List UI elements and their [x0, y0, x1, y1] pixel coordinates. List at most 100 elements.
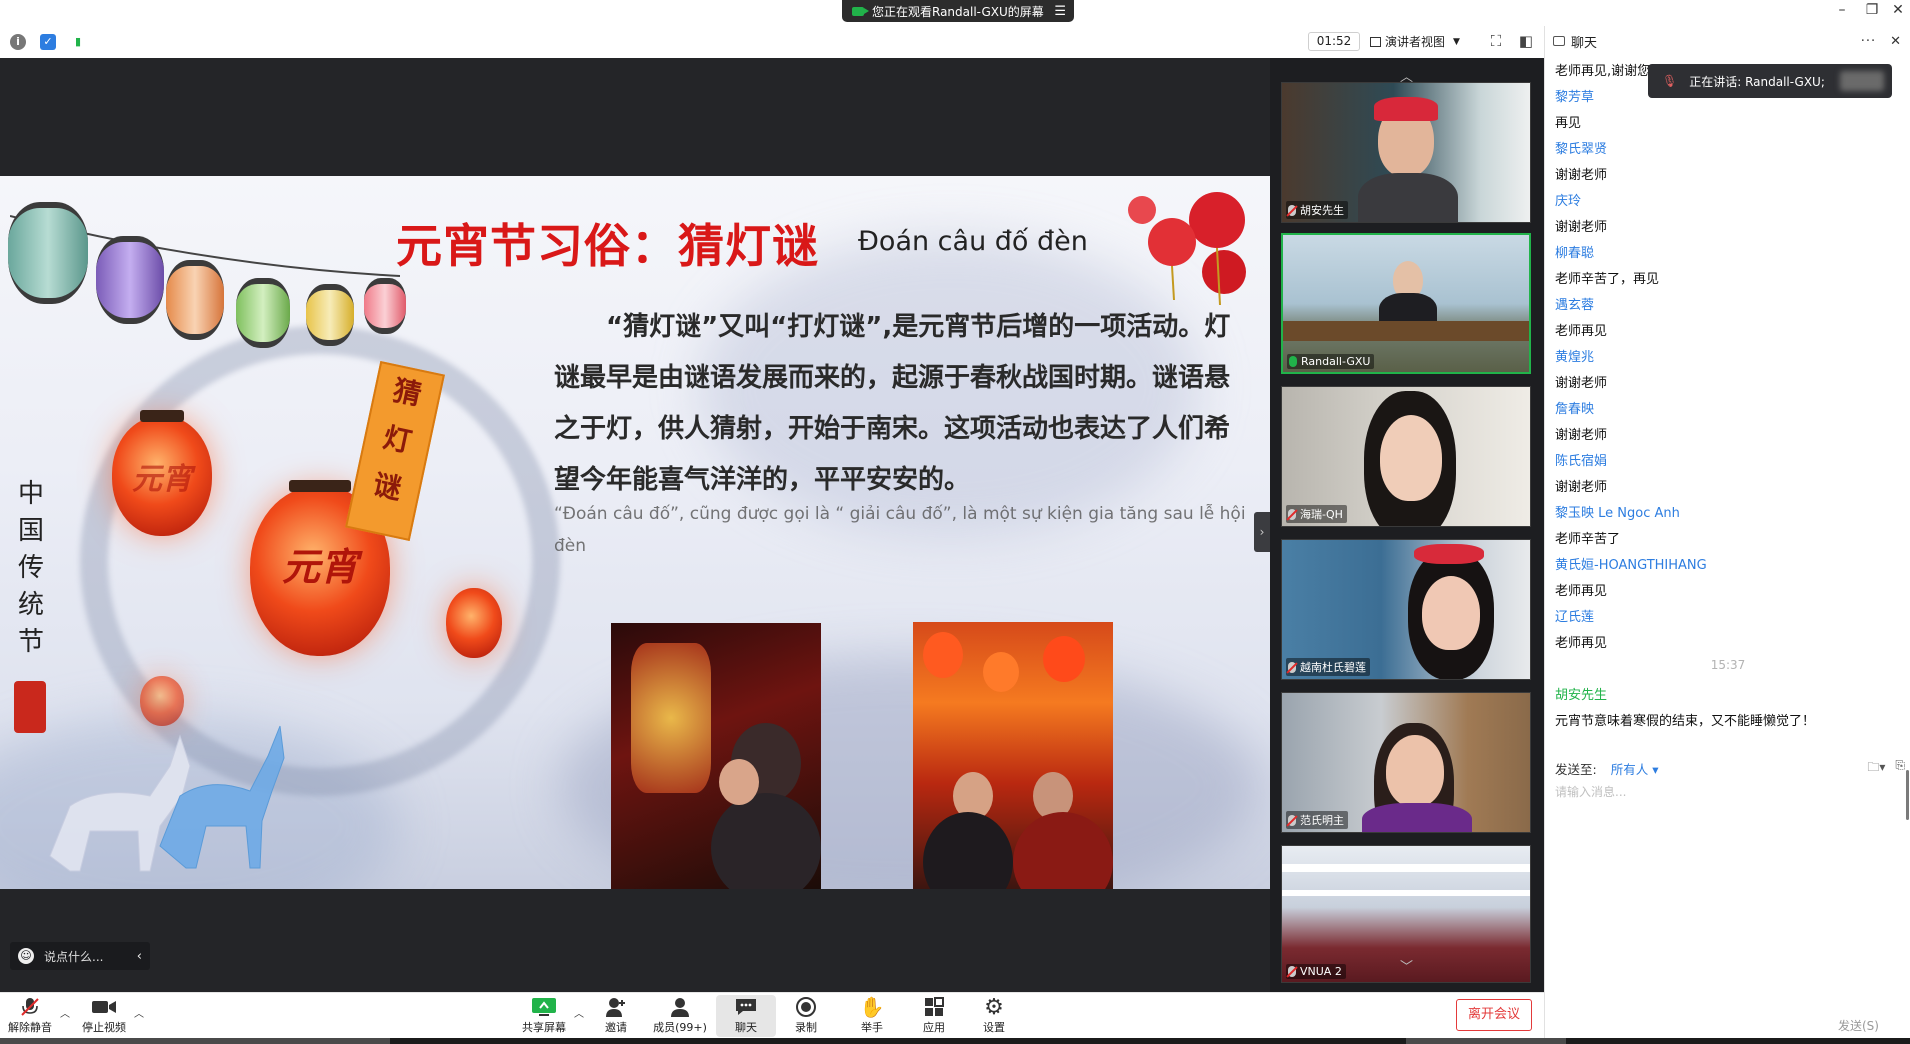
mic-muted-icon: 🎙 [1662, 74, 1678, 88]
share-screen-button[interactable]: 共享屏幕 [514, 995, 574, 1037]
video-tile[interactable]: Randall-GXU [1281, 233, 1531, 374]
view-mode-select[interactable]: 演讲者视图 ▼ [1370, 32, 1460, 51]
lantern-riddle-photo [611, 623, 821, 889]
chat-message-text: 谢谢老师 [1555, 376, 1608, 391]
settings-button[interactable]: ⚙ 设置 [964, 995, 1024, 1037]
participant-name: Randall-GXU [1301, 355, 1371, 368]
share-screen-icon [532, 998, 556, 1016]
raise-hand-button[interactable]: ✋ 举手 [842, 995, 902, 1037]
mic-muted-icon [1288, 966, 1296, 977]
view-mode-label: 演讲者视图 [1385, 35, 1446, 49]
participant-name: 范氏明主 [1300, 814, 1344, 827]
screen-share-banner[interactable]: 您正在观看Randall-GXU的屏幕 ☰ [842, 0, 1074, 22]
menu-icon[interactable]: ☰ [1054, 4, 1066, 19]
chat-message-text: 谢谢老师 [1555, 168, 1608, 183]
slide-subtitle: Đoán câu đố đèn [858, 226, 1088, 257]
chat-sender-name: 庆玲 [1555, 194, 1582, 209]
chevron-up-icon[interactable]: ︿ [574, 1005, 584, 1020]
leave-meeting-button[interactable]: 离开会议 [1456, 999, 1532, 1031]
fullscreen-icon[interactable]: ⛶ [1488, 33, 1504, 49]
participant-name: 海瑞-QH [1300, 508, 1343, 521]
chevron-down-icon: ▼ [1453, 36, 1460, 47]
restore-icon[interactable]: ❐ [1860, 2, 1884, 18]
speaker-avatar [1840, 71, 1884, 91]
chat-panel: 聊天 ··· ✕ 老师再见,谢谢您 黎芳草 再见 黎氏翠贤 谢谢老师 庆玲 谢谢老师 柳春聪老… [1544, 26, 1910, 1044]
chevron-up-icon[interactable]: ︿ [60, 1005, 70, 1020]
chat-bubble-icon [736, 999, 756, 1015]
meeting-timer: 01:52 [1308, 32, 1360, 51]
chat-sender-name: 柳春聪 [1555, 246, 1595, 261]
chat-message-text: 元宵节意味着寒假的结束，又不能睡懒觉了！ [1555, 714, 1816, 729]
chat-message-text: 老师再见,谢谢您 [1555, 64, 1651, 79]
record-button[interactable]: 录制 [776, 995, 836, 1037]
meeting-toolbar: 解除静音 ︿ 停止视频 ︿ 共享屏幕 ︿ 邀请 成员(99+) 聊天 录制 ✋ … [0, 992, 1544, 1038]
chat-message-list: 老师再见,谢谢您 黎芳草 再见 黎氏翠贤 谢谢老师 庆玲 谢谢老师 柳春聪 老师辛苦了，再见 遇玄… [1545, 56, 1910, 786]
chat-sender-name: 胡安先生 [1555, 688, 1608, 703]
invite-button[interactable]: 邀请 [586, 995, 646, 1037]
add-user-icon [606, 998, 625, 1017]
red-knot-ornament [1128, 192, 1246, 306]
minimize-icon[interactable]: – [1830, 2, 1854, 18]
file-icon[interactable]: 🗀▾ [1867, 758, 1885, 779]
slide-title: 元宵节习俗：猜灯谜 [396, 219, 819, 273]
lantern-decoration [166, 260, 224, 340]
chat-sender-name: 黄氏姮-HOANGTHIHANG [1555, 558, 1707, 573]
signal-icon[interactable]: ▮ [70, 34, 86, 50]
send-to-label: 发送至: [1555, 761, 1597, 777]
screenshot-icon[interactable]: ⎘ [1895, 758, 1905, 779]
lantern-decoration [236, 278, 290, 348]
mic-muted-icon [1288, 814, 1296, 826]
video-tile[interactable]: 胡安先生 [1281, 82, 1531, 223]
close-icon[interactable]: ✕ [1890, 34, 1901, 49]
apps-icon [925, 997, 944, 1016]
chat-sender-name: 遇玄蓉 [1555, 298, 1595, 313]
layout-icon[interactable]: ◧ [1518, 33, 1534, 49]
members-button[interactable]: 成员(99+) [648, 995, 712, 1037]
speaker-view-icon [1370, 36, 1381, 47]
mic-muted-icon [1288, 661, 1296, 673]
record-icon [796, 997, 816, 1017]
unmute-button[interactable]: 解除静音 [0, 995, 60, 1037]
vertical-festival-title: 中 国 传 统 节 [17, 479, 44, 657]
slide-body-chinese: “猜灯谜”又叫“打灯谜”,是元宵节后增的一项活动。灯谜最早是由谜语发展而来的，起… [554, 312, 1231, 495]
send-to-select[interactable]: 所有人 ▾ [1611, 759, 1659, 778]
chat-message-text: 老师再见 [1555, 324, 1608, 339]
more-options-icon[interactable]: ··· [1861, 34, 1876, 49]
chevron-down-icon[interactable]: ﹀ [1400, 956, 1413, 975]
chat-button[interactable]: 聊天 [716, 995, 776, 1037]
chat-timestamp: 15:37 [1710, 658, 1746, 672]
chat-message-text: 谢谢老师 [1555, 220, 1608, 235]
taskbar-edge [0, 1038, 1910, 1044]
speaking-indicator: 🎙 正在讲话: Randall-GXU; [1648, 64, 1892, 98]
chat-bubble-icon [1553, 36, 1565, 46]
video-tile[interactable]: 范氏明主 [1281, 692, 1531, 833]
chat-message-text: 谢谢老师 [1555, 428, 1608, 443]
video-tile[interactable]: 越南杜氏碧莲 [1281, 539, 1531, 680]
lantern-decoration [364, 278, 406, 334]
chat-message-input[interactable] [1555, 782, 1885, 802]
shield-icon[interactable]: ✓ [40, 34, 56, 50]
chat-message-text: 老师再见 [1555, 584, 1608, 599]
video-tile[interactable]: 海瑞-QH [1281, 386, 1531, 527]
send-button[interactable]: 发送(S) [1838, 1017, 1879, 1034]
stop-video-button[interactable]: 停止视频 [74, 995, 134, 1037]
chevron-left-icon[interactable]: ‹ [137, 949, 142, 964]
reaction-input[interactable]: ☺ 说点什么... ‹ [10, 942, 150, 970]
chevron-up-icon[interactable]: ︿ [134, 1005, 144, 1020]
mic-muted-icon [1288, 204, 1296, 216]
chat-message-text: 老师辛苦了，再见 [1555, 272, 1660, 287]
close-window-icon[interactable]: ✕ [1886, 2, 1910, 18]
chat-title: 聊天 [1571, 35, 1598, 51]
lantern-decoration [8, 202, 88, 304]
apps-button[interactable]: 应用 [904, 995, 964, 1037]
chat-sender-name: 黎玉映 Le Ngoc Anh [1555, 506, 1680, 521]
chat-scrollbar[interactable] [1906, 770, 1909, 820]
gallery-collapse-toggle[interactable]: › [1254, 512, 1270, 552]
deer-illustration [49, 725, 285, 872]
red-lantern [446, 588, 502, 658]
smile-icon[interactable]: ☺ [18, 948, 34, 964]
gear-icon: ⚙ [984, 994, 1004, 1020]
chat-message-text: 再见 [1555, 116, 1582, 131]
send-to-row: 发送至: 所有人 ▾ 🗀▾ ⎘ [1555, 758, 1905, 778]
info-icon[interactable]: i [10, 34, 26, 50]
